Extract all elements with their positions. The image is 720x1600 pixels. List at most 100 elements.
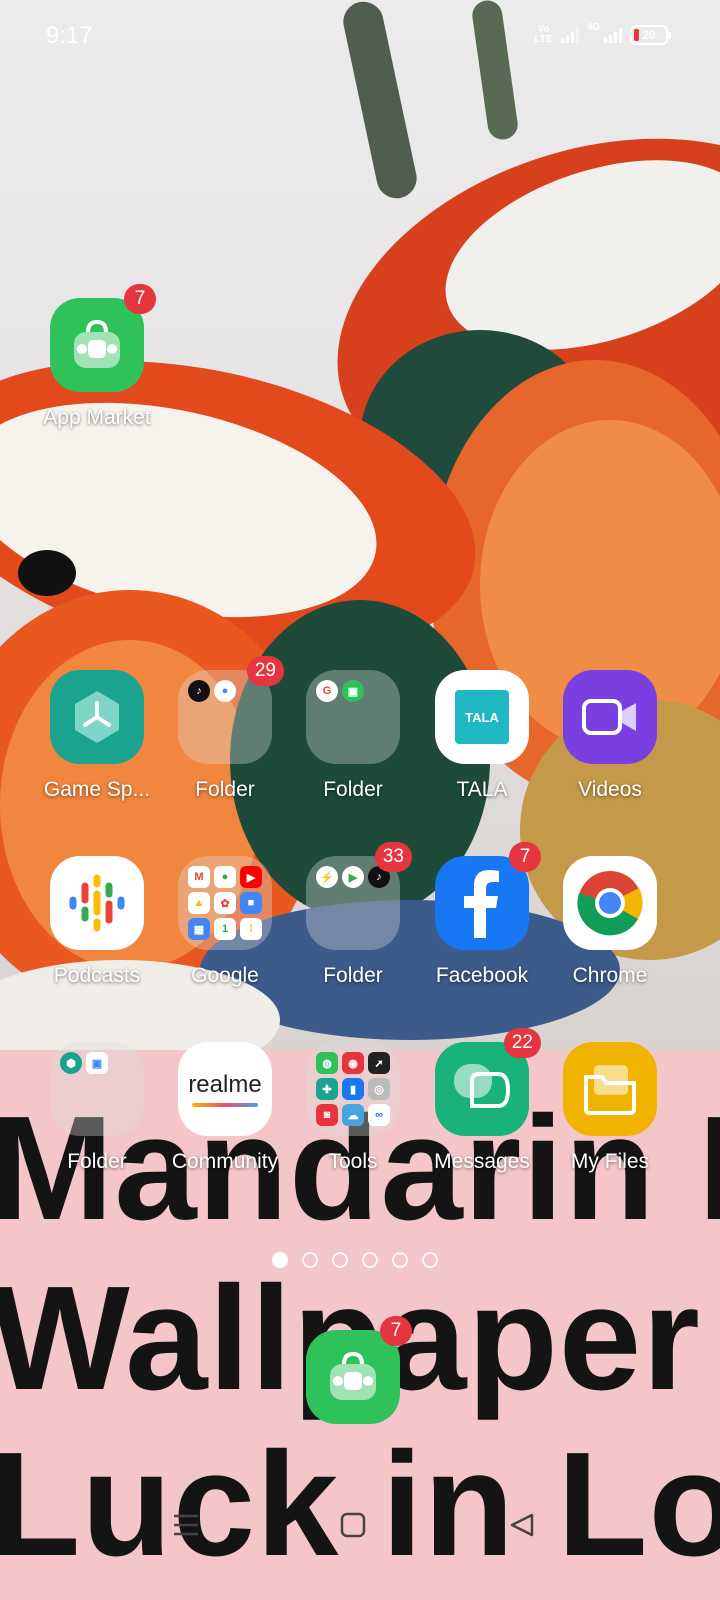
app-tools-folder[interactable]: ◍ ◉ ➚ ✚ ▮ ◎ ◙ ☁ ∞ Tools [288, 1042, 418, 1174]
app-messages[interactable]: 22 Messages [417, 1028, 547, 1174]
tiktok-icon: ♪ [188, 680, 210, 702]
podcasts-icon [50, 856, 144, 950]
camera-icon: ◙ [316, 1104, 338, 1126]
meet-icon: ■ [240, 892, 262, 914]
facebook-icon: 7 [435, 842, 541, 950]
game-space-icon [50, 670, 144, 764]
app-label: Folder [323, 964, 383, 987]
phone-clone-icon: ▮ [342, 1078, 364, 1100]
app-my-files[interactable]: My Files [545, 1042, 675, 1174]
app-market-icon: ▣ [342, 680, 364, 702]
app-market-icon: 7 [50, 284, 156, 392]
page-dot[interactable] [302, 1252, 318, 1268]
battery-level: 20 [642, 28, 656, 42]
app-label: Facebook [435, 964, 529, 987]
notification-badge: 7 [509, 842, 541, 872]
folder-icon: G ▣ [306, 670, 400, 764]
recorder-icon: ◎ [368, 1078, 390, 1100]
app-google-folder[interactable]: M ● ▶ ▲ ✿ ■ ▦ 1 ⁞ Google [160, 856, 290, 988]
volte-icon: Vo LTE [534, 24, 553, 45]
page-dot[interactable] [392, 1252, 408, 1268]
app-label: TALA [456, 778, 508, 801]
menu-icon[interactable] [172, 1512, 200, 1543]
app-label: App Market [43, 406, 151, 429]
app-folder-4[interactable]: ⬢ ▣ Folder [32, 1042, 162, 1174]
dock-app-market[interactable]: 7 [288, 1316, 418, 1424]
game-space-mini-icon: ⬢ [60, 1052, 82, 1074]
drive-icon: ▲ [188, 892, 210, 914]
home-icon[interactable] [340, 1512, 366, 1543]
youtube-icon: ▶ [240, 866, 262, 888]
notification-badge: 7 [380, 1316, 412, 1346]
one-icon: 1 [214, 918, 236, 940]
podcasts-mini-icon: ⁞ [240, 918, 262, 940]
notification-badge: 22 [503, 1028, 541, 1058]
app-chrome[interactable]: Chrome [545, 856, 675, 988]
app-tala[interactable]: TALA TALA [417, 670, 547, 802]
page-dot[interactable] [332, 1252, 348, 1268]
app-label: Videos [578, 778, 642, 801]
page-indicator [272, 1252, 438, 1268]
back-icon[interactable] [508, 1512, 536, 1543]
app-label: Folder [323, 778, 383, 801]
tool-icon-2: ◉ [342, 1052, 364, 1074]
page-dot-active[interactable] [272, 1252, 288, 1268]
signal-icon [560, 27, 579, 43]
chrome-icon [563, 856, 657, 950]
network-type: 4G [586, 22, 600, 33]
app-label: Folder [195, 778, 255, 801]
video-camera-icon [563, 670, 657, 764]
app-videos[interactable]: Videos [545, 670, 675, 802]
app-label: My Files [570, 1150, 650, 1173]
status-icons: Vo LTE 4G 20 [534, 22, 671, 48]
battery-icon: 20 [630, 25, 671, 45]
weather-icon: ☁ [342, 1104, 364, 1126]
app-label: Game Sp... [43, 778, 151, 801]
app-game-space[interactable]: Game Sp... [32, 670, 162, 802]
app-community[interactable]: realme Community [160, 1042, 290, 1174]
gallery-icon: ▣ [86, 1052, 108, 1074]
notification-badge: 33 [374, 842, 412, 872]
google-icon: G [316, 680, 338, 702]
realme-community-icon: realme [178, 1042, 272, 1136]
assistant-icon: ● [214, 680, 236, 702]
compass-icon: ➚ [368, 1052, 390, 1074]
app-label: Chrome [572, 964, 648, 987]
clock: 9:17 [46, 22, 93, 49]
app-label: Tools [328, 1150, 378, 1173]
folder-icon: ⚡ ▶ ♪ 33 [306, 842, 412, 950]
app-label: Messages [434, 1150, 530, 1173]
app-label: Podcasts [53, 964, 141, 987]
notification-badge: 7 [124, 284, 156, 314]
folder-icon: ♪ ● 29 [178, 656, 284, 764]
folder-icon: ◍ ◉ ➚ ✚ ▮ ◎ ◙ ☁ ∞ [306, 1042, 400, 1136]
page-dot[interactable] [422, 1252, 438, 1268]
gmail-icon: M [188, 866, 210, 888]
page-dot[interactable] [362, 1252, 378, 1268]
app-label: Folder [67, 1150, 127, 1173]
app-facebook[interactable]: 7 Facebook [417, 842, 547, 988]
signal-icon-2 [604, 27, 622, 43]
app-folder-1[interactable]: ♪ ● 29 Folder [160, 656, 290, 802]
app-label: Community [171, 1150, 279, 1173]
notification-badge: 29 [246, 656, 284, 686]
folder-icon: M ● ▶ ▲ ✿ ■ ▦ 1 ⁞ [178, 856, 272, 950]
tala-icon: TALA [435, 670, 529, 764]
app-folder-3[interactable]: ⚡ ▶ ♪ 33 Folder [288, 842, 418, 988]
folder-files-icon [563, 1042, 657, 1136]
app-market-icon: 7 [306, 1316, 412, 1424]
app-podcasts[interactable]: Podcasts [32, 856, 162, 988]
messages-icon: 22 [435, 1028, 541, 1136]
navigation-bar [0, 1500, 720, 1560]
status-bar: 9:17 Vo LTE 4G 20 [0, 0, 720, 70]
app-market-shortcut[interactable]: 7 App Market [32, 284, 162, 430]
app-label: Google [191, 964, 259, 987]
calendar-icon: ▦ [188, 918, 210, 940]
clone-icon: ∞ [368, 1104, 390, 1126]
messenger-icon: ⚡ [316, 866, 338, 888]
folder-icon: ⬢ ▣ [50, 1042, 144, 1136]
app-folder-2[interactable]: G ▣ Folder [288, 670, 418, 802]
play-store-icon: ▶ [342, 866, 364, 888]
maps-icon: ● [214, 866, 236, 888]
photos-icon: ✿ [214, 892, 236, 914]
